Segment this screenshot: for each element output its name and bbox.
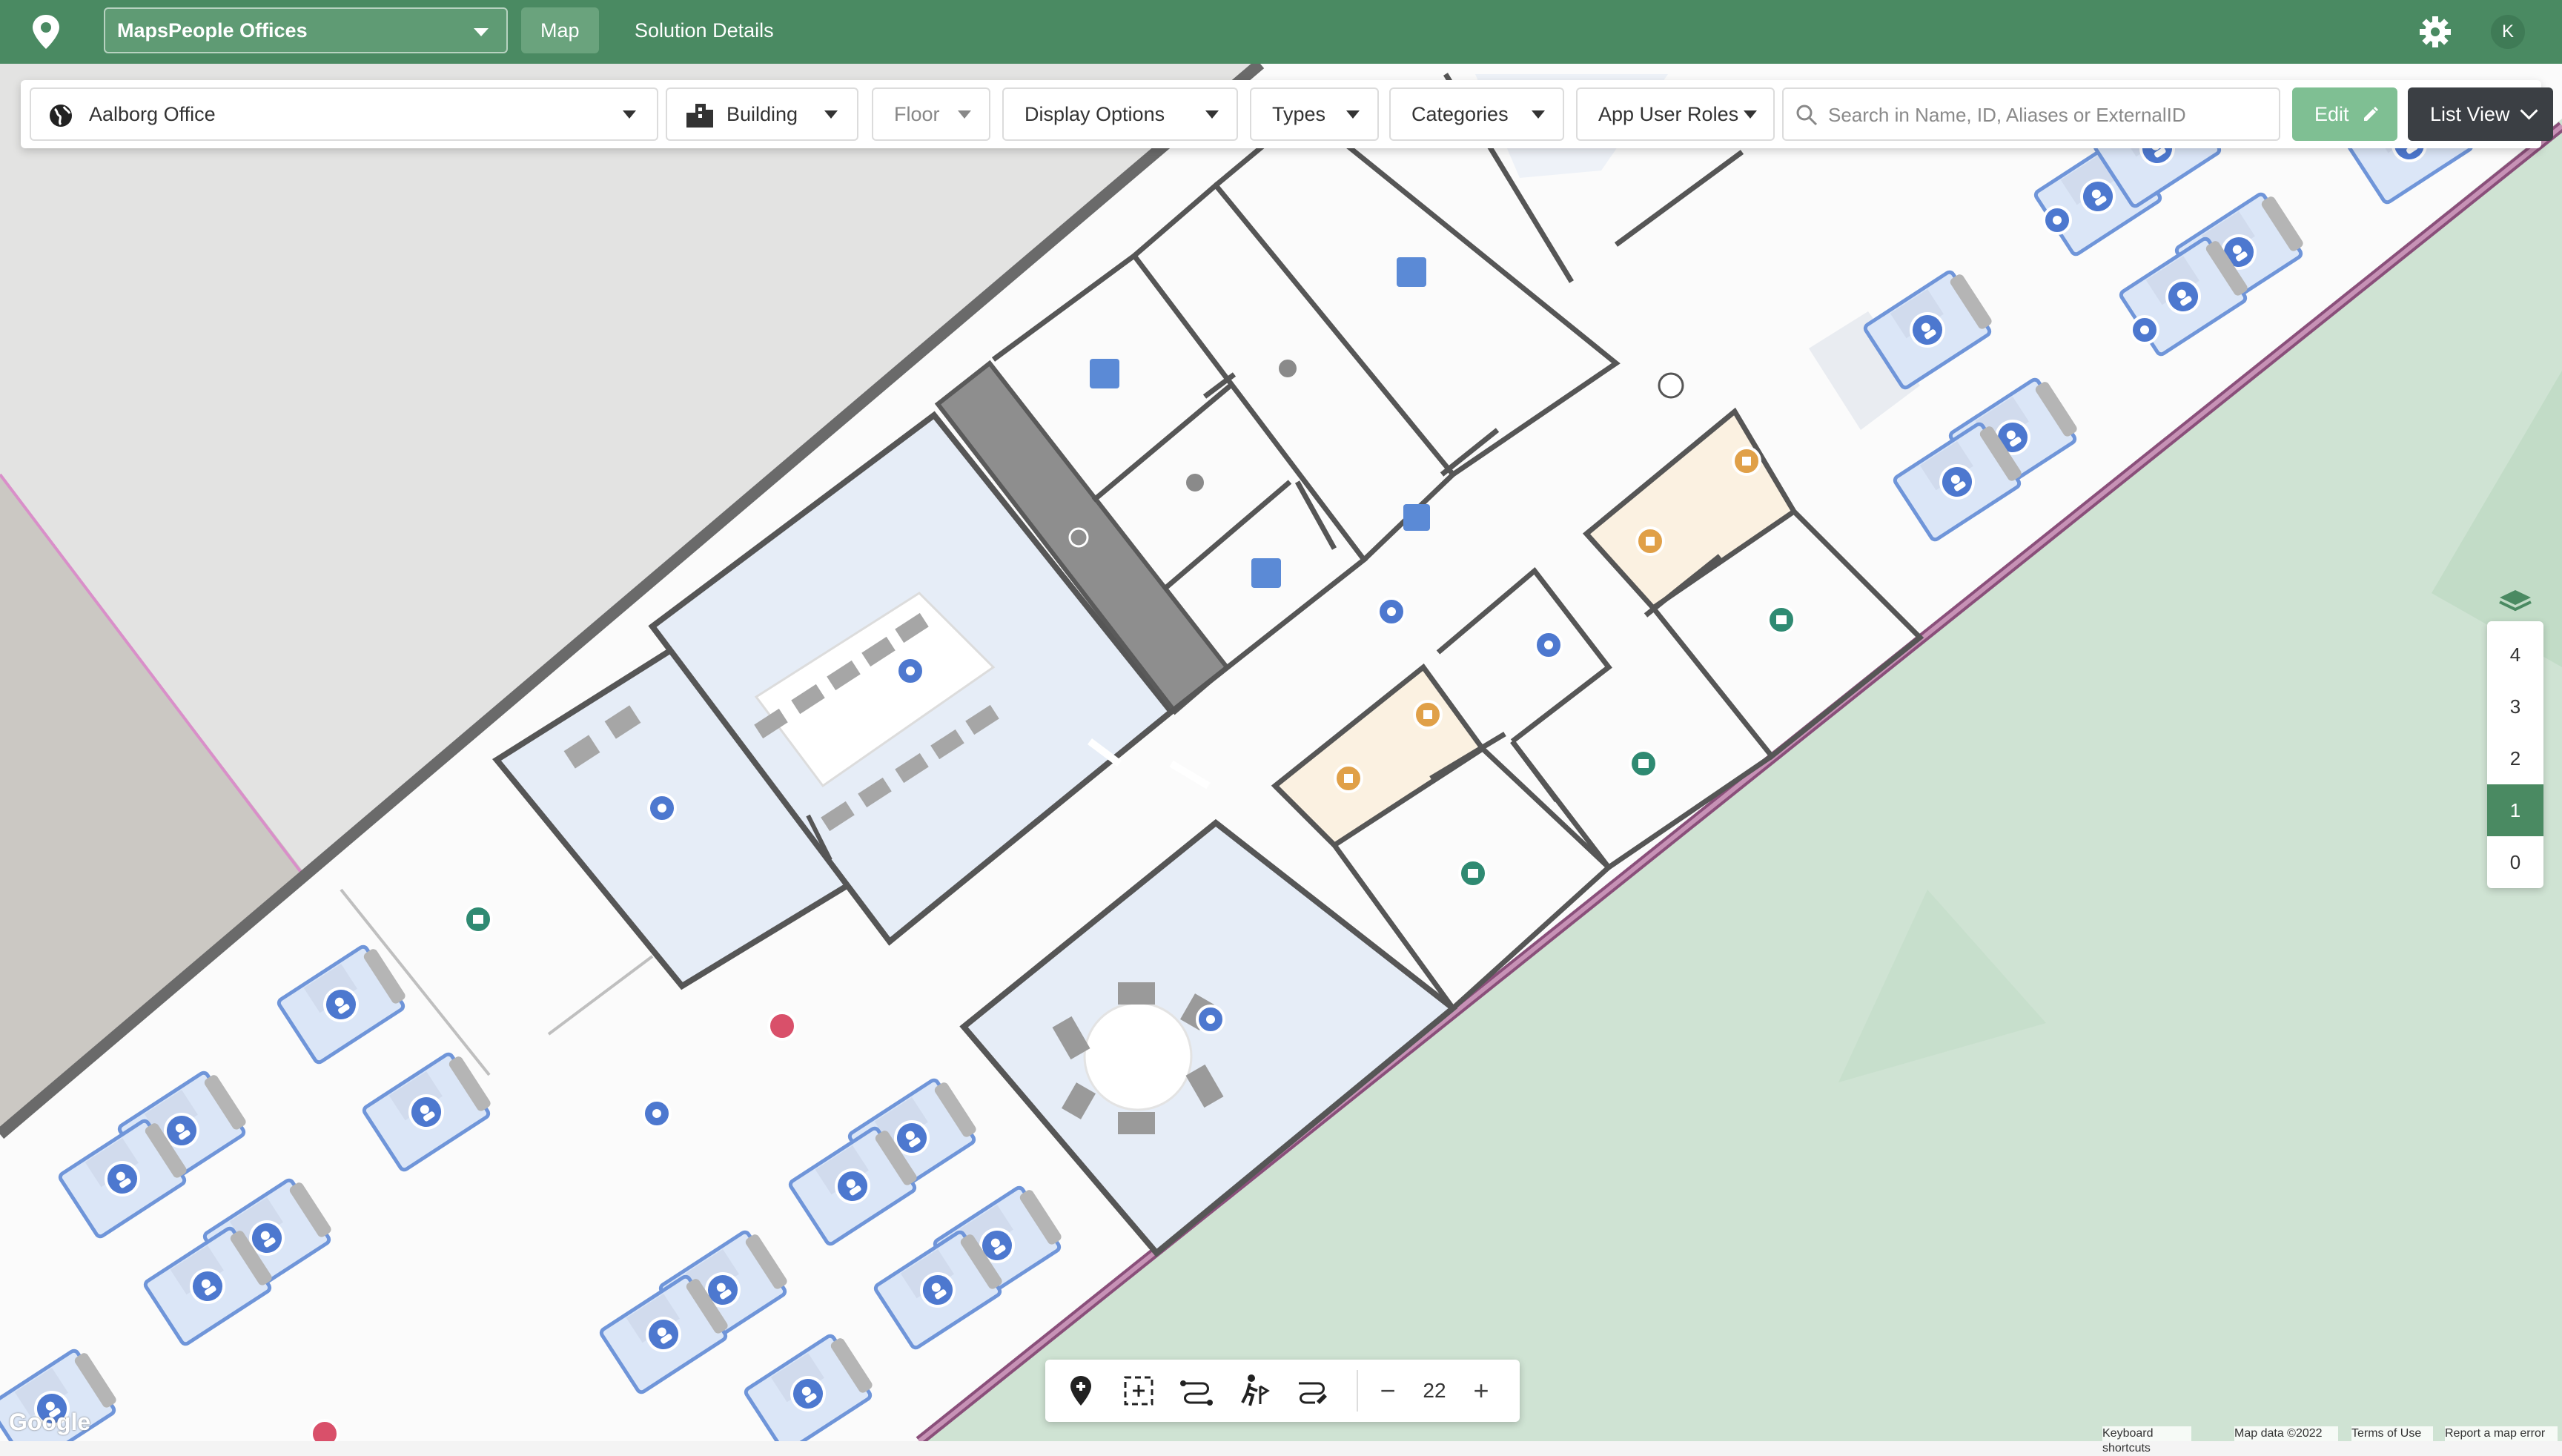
solution-selector[interactable]: MapsPeople Offices [104,7,508,53]
floor-selector: 4 3 2 1 0 [2487,621,2543,888]
tab-solution-details[interactable]: Solution Details [615,7,793,53]
map-data-attribution: Map data ©2022 [2234,1426,2338,1441]
chevron-down-icon [824,110,838,119]
types-label: Types [1272,103,1326,125]
display-options-dropdown[interactable]: Display Options [1002,87,1238,141]
zoom-out-button[interactable]: − [1373,1360,1403,1422]
gear-icon[interactable] [2418,15,2452,49]
user-avatar[interactable]: K [2491,15,2525,49]
categories-dropdown[interactable]: Categories [1389,87,1564,141]
categories-label: Categories [1411,103,1509,125]
floor-button-1[interactable]: 1 [2487,784,2543,836]
search-box[interactable] [1782,87,2280,141]
edit-button[interactable]: Edit [2292,87,2397,141]
pencil-icon [2364,107,2378,121]
google-logo: Google [9,1409,91,1435]
floor-button-3[interactable]: 3 [2487,681,2543,732]
select-area-icon[interactable] [1119,1371,1158,1410]
floor-plan-map[interactable] [0,0,2562,1441]
add-location-icon[interactable] [1062,1371,1100,1410]
floor-button-4[interactable]: 4 [2487,629,2543,681]
search-input[interactable] [1827,95,2267,135]
toolbar-divider [1357,1370,1358,1412]
chevron-down-icon [1532,110,1545,119]
route-icon[interactable] [1177,1371,1216,1410]
floor-button-0[interactable]: 0 [2487,836,2543,888]
venue-name: Aalborg Office [89,103,216,125]
venue-selector[interactable]: Aalborg Office [30,87,658,141]
types-dropdown[interactable]: Types [1250,87,1379,141]
display-options-label: Display Options [1025,103,1165,125]
app-user-roles-label: App User Roles [1598,103,1739,125]
solution-name: MapsPeople Offices [117,19,308,42]
chevron-down-icon [1205,110,1219,119]
chevron-down-icon [2520,102,2538,120]
list-view-label: List View [2430,103,2510,125]
map-tools-bar: − 22 + [1045,1360,1520,1422]
terms-of-use-link[interactable]: Terms of Use [2351,1426,2433,1441]
building-icon [686,104,713,128]
zoom-level: 22 [1423,1379,1446,1402]
floor-dropdown[interactable]: Floor [872,87,990,141]
accessibility-route-icon[interactable] [1235,1371,1274,1410]
floor-button-2[interactable]: 2 [2487,732,2543,784]
building-label: Building [726,103,798,125]
chevron-down-icon [958,110,971,119]
report-map-error-link[interactable]: Report a map error [2445,1426,2558,1441]
chevron-down-icon [623,110,636,119]
building-dropdown[interactable]: Building [666,87,858,141]
top-app-bar: MapsPeople Offices Map Solution Details … [0,0,2562,64]
layers-icon [2499,590,2532,612]
floor-label: Floor [894,103,940,125]
globe-icon [50,105,72,127]
tab-map[interactable]: Map [521,7,599,53]
list-view-button[interactable]: List View [2408,87,2553,141]
zoom-in-button[interactable]: + [1466,1360,1496,1422]
location-pin-logo-icon[interactable] [30,13,62,50]
edit-label: Edit [2314,103,2349,125]
app-user-roles-dropdown[interactable]: App User Roles [1576,87,1775,141]
keyboard-shortcuts-link[interactable]: Keyboard shortcuts [2102,1426,2191,1455]
search-icon [1796,105,1818,126]
chevron-down-icon [474,28,489,36]
chevron-down-icon [1346,110,1360,119]
route-edit-icon[interactable] [1293,1371,1331,1410]
map-toolbar: Aalborg Office Building Floor Display Op… [21,80,2553,148]
chevron-down-icon [1744,110,1757,119]
